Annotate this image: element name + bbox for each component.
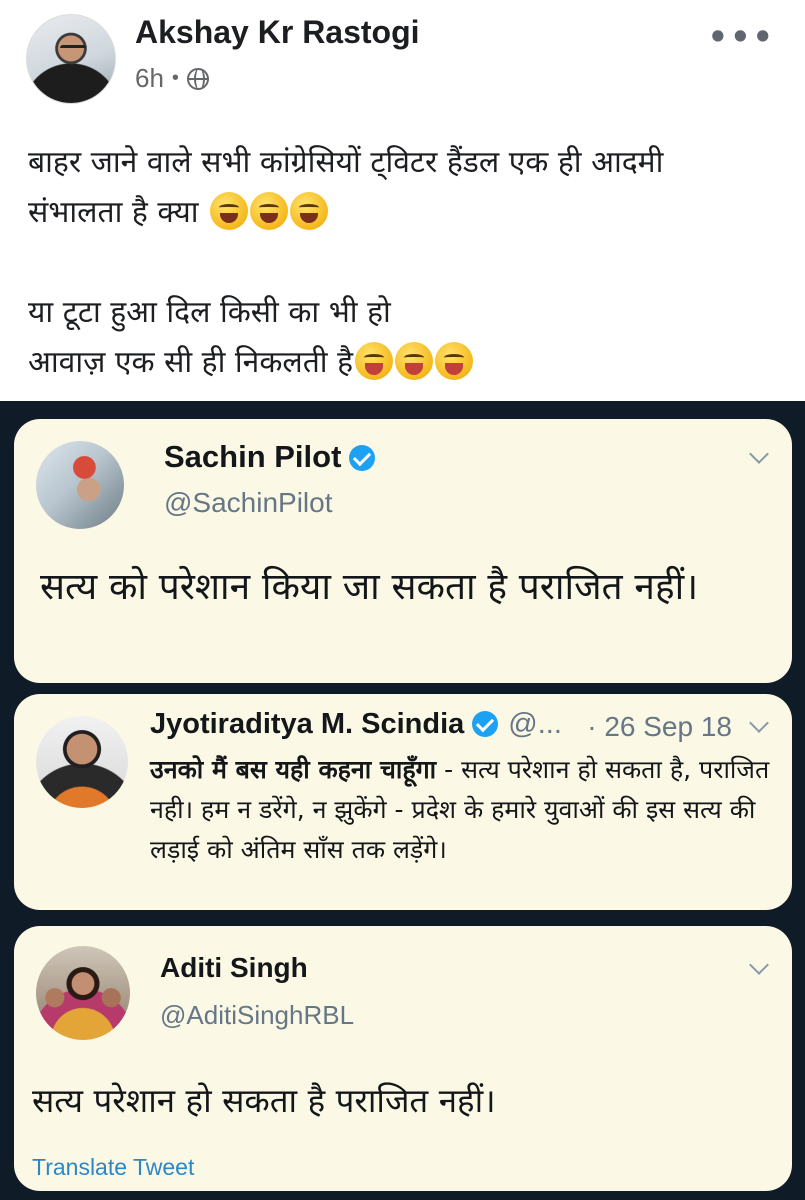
laughing-emoji-icon — [250, 192, 289, 230]
more-options-button[interactable]: ••• — [708, 18, 775, 56]
post-meta: 6h • — [135, 63, 209, 94]
tweet-author-name: Jyotiraditya M. Scindia @... — [150, 708, 562, 740]
tweet-avatar — [36, 716, 128, 808]
grinning-emoji-icon — [290, 192, 329, 230]
post-line: आवाज़ एक सी ही निकलती है — [28, 345, 354, 380]
translate-tweet-link: Translate Tweet — [32, 1154, 195, 1180]
author-name[interactable]: Akshay Kr Rastogi — [135, 14, 420, 51]
tweet-text: उनको मैं बस यही कहना चाहूँगा - सत्य परेश… — [150, 750, 775, 870]
author-avatar[interactable] — [26, 14, 116, 104]
post-time[interactable]: 6h — [135, 63, 164, 94]
tweet-avatar — [36, 441, 124, 529]
squinting-tongue-emoji-icon — [355, 342, 394, 380]
tweet-text: सत्य को परेशान किया जा सकता है पराजित नह… — [40, 565, 699, 608]
chevron-down-icon — [749, 444, 769, 464]
verified-badge-icon — [349, 445, 376, 471]
tweet-handle: @... — [508, 708, 562, 740]
winking-tongue-emoji-icon — [435, 342, 474, 380]
tweet-card: Sachin Pilot @SachinPilot सत्य को परेशान… — [14, 419, 792, 683]
post-line: संभालता है क्या — [28, 195, 199, 230]
tweet-date: · 26 Sep 18 — [587, 711, 732, 742]
chevron-down-icon — [749, 713, 769, 733]
post-line-with-emoji: संभालता है क्या — [28, 188, 788, 238]
chevron-down-icon — [749, 955, 769, 975]
tweet-handle: @AditiSinghRBL — [160, 1000, 355, 1030]
post-line: बाहर जाने वाले सभी कांग्रेसियों ट्विटर ह… — [28, 145, 664, 180]
tweet-card: Aditi Singh @AditiSinghRBL सत्य परेशान ह… — [14, 926, 792, 1191]
post-line-with-emoji: आवाज़ एक सी ही निकलती है — [28, 338, 788, 388]
verified-badge-icon — [472, 711, 499, 737]
tweet-avatar — [36, 946, 130, 1040]
meta-separator: • — [171, 67, 179, 89]
tears-of-joy-emoji-icon — [210, 192, 249, 230]
tweet-card: Jyotiraditya M. Scindia @... · 26 Sep 18 … — [14, 694, 792, 910]
tweet-author-name: Aditi Singh — [160, 952, 308, 983]
tweet-author-name: Sachin Pilot — [164, 439, 376, 475]
tweet-handle: @SachinPilot — [164, 487, 333, 518]
post-line: या टूटा हुआ दिल किसी का भी हो — [28, 295, 391, 330]
tweet-bold-text: उनको मैं बस यही कहना चाहूँगा — [150, 755, 437, 784]
tweet-screenshot-image[interactable]: Sachin Pilot @SachinPilot सत्य को परेशान… — [0, 401, 805, 1200]
post-header: Akshay Kr Rastogi 6h • ••• — [0, 0, 805, 110]
post-text: बाहर जाने वाले सभी कांग्रेसियों ट्विटर ह… — [28, 138, 788, 388]
globe-icon[interactable] — [186, 67, 209, 90]
tweet-text: सत्य परेशान हो सकता है पराजित नहीं। — [32, 1081, 496, 1120]
tongue-emoji-icon — [395, 342, 434, 380]
